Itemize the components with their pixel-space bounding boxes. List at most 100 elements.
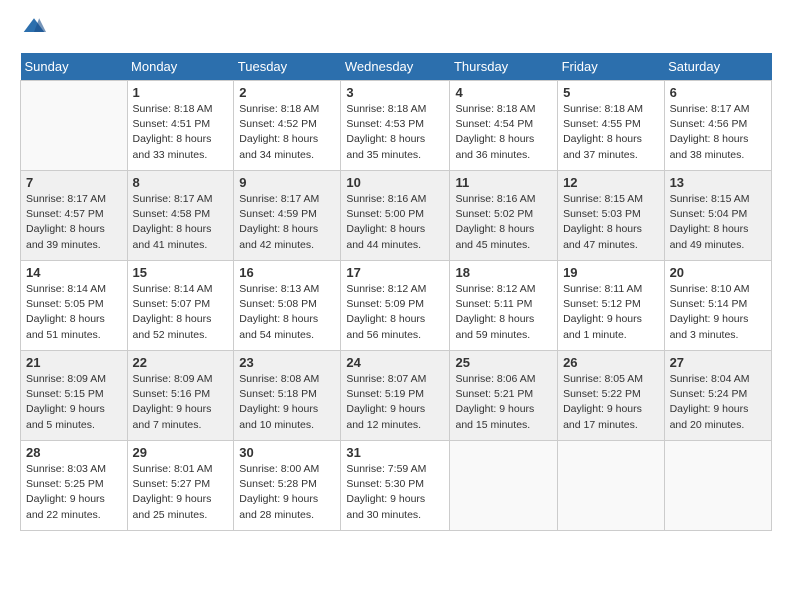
day-info: Sunrise: 8:14 AMSunset: 5:05 PMDaylight:… bbox=[26, 282, 122, 343]
day-number: 18 bbox=[455, 265, 552, 280]
calendar-cell bbox=[664, 441, 771, 531]
calendar-cell: 15 Sunrise: 8:14 AMSunset: 5:07 PMDayligh… bbox=[127, 261, 234, 351]
calendar-cell bbox=[450, 441, 558, 531]
day-number: 3 bbox=[346, 85, 444, 100]
day-number: 22 bbox=[133, 355, 229, 370]
calendar-cell: 12Sunrise: 8:15 AMSunset: 5:03 PMDayligh… bbox=[558, 171, 665, 261]
day-info: Sunrise: 8:01 AMSunset: 5:27 PMDaylight:… bbox=[133, 462, 229, 523]
weekday-header-saturday: Saturday bbox=[664, 53, 771, 81]
calendar-cell: 27 Sunrise: 8:04 AMSunset: 5:24 PMDayligh… bbox=[664, 351, 771, 441]
calendar-week-row: 28 Sunrise: 8:03 AMSunset: 5:25 PMDayligh… bbox=[21, 441, 772, 531]
day-number: 14 bbox=[26, 265, 122, 280]
day-info: Sunrise: 8:11 AMSunset: 5:12 PMDaylight:… bbox=[563, 282, 659, 343]
day-number: 8 bbox=[133, 175, 229, 190]
day-info: Sunrise: 8:18 AMSunset: 4:55 PMDaylight:… bbox=[563, 102, 659, 163]
day-info: Sunrise: 8:03 AMSunset: 5:25 PMDaylight:… bbox=[26, 462, 122, 523]
calendar-cell: 26 Sunrise: 8:05 AMSunset: 5:22 PMDayligh… bbox=[558, 351, 665, 441]
day-info: Sunrise: 8:15 AMSunset: 5:04 PMDaylight:… bbox=[670, 192, 766, 253]
calendar-cell: 4Sunrise: 8:18 AMSunset: 4:54 PMDaylight… bbox=[450, 81, 558, 171]
day-info: Sunrise: 8:18 AMSunset: 4:54 PMDaylight:… bbox=[455, 102, 552, 163]
calendar-cell: 14 Sunrise: 8:14 AMSunset: 5:05 PMDayligh… bbox=[21, 261, 128, 351]
calendar-cell bbox=[558, 441, 665, 531]
weekday-header-wednesday: Wednesday bbox=[341, 53, 450, 81]
day-number: 28 bbox=[26, 445, 122, 460]
calendar-cell: 21Sunrise: 8:09 AMSunset: 5:15 PMDayligh… bbox=[21, 351, 128, 441]
calendar-header-row: SundayMondayTuesdayWednesdayThursdayFrid… bbox=[21, 53, 772, 81]
weekday-header-sunday: Sunday bbox=[21, 53, 128, 81]
calendar-cell bbox=[21, 81, 128, 171]
day-info: Sunrise: 8:09 AMSunset: 5:15 PMDaylight:… bbox=[26, 372, 122, 433]
day-number: 26 bbox=[563, 355, 659, 370]
day-info: Sunrise: 8:04 AMSunset: 5:24 PMDaylight:… bbox=[670, 372, 766, 433]
calendar-week-row: 14 Sunrise: 8:14 AMSunset: 5:05 PMDayligh… bbox=[21, 261, 772, 351]
logo bbox=[20, 16, 46, 41]
weekday-header-friday: Friday bbox=[558, 53, 665, 81]
calendar-cell: 18Sunrise: 8:12 AMSunset: 5:11 PMDayligh… bbox=[450, 261, 558, 351]
day-info: Sunrise: 8:17 AMSunset: 4:59 PMDaylight:… bbox=[239, 192, 335, 253]
day-info: Sunrise: 8:17 AMSunset: 4:56 PMDaylight:… bbox=[670, 102, 766, 163]
day-info: Sunrise: 8:07 AMSunset: 5:19 PMDaylight:… bbox=[346, 372, 444, 433]
calendar-table: SundayMondayTuesdayWednesdayThursdayFrid… bbox=[20, 53, 772, 531]
day-info: Sunrise: 8:16 AMSunset: 5:02 PMDaylight:… bbox=[455, 192, 552, 253]
day-number: 7 bbox=[26, 175, 122, 190]
day-number: 6 bbox=[670, 85, 766, 100]
day-number: 30 bbox=[239, 445, 335, 460]
calendar-cell: 25 Sunrise: 8:06 AMSunset: 5:21 PMDayligh… bbox=[450, 351, 558, 441]
calendar-cell: 16 Sunrise: 8:13 AMSunset: 5:08 PMDayligh… bbox=[234, 261, 341, 351]
logo-text bbox=[20, 16, 46, 41]
day-info: Sunrise: 8:09 AMSunset: 5:16 PMDaylight:… bbox=[133, 372, 229, 433]
day-number: 15 bbox=[133, 265, 229, 280]
weekday-header-tuesday: Tuesday bbox=[234, 53, 341, 81]
day-info: Sunrise: 7:59 AMSunset: 5:30 PMDaylight:… bbox=[346, 462, 444, 523]
calendar-cell: 11 Sunrise: 8:16 AMSunset: 5:02 PMDayligh… bbox=[450, 171, 558, 261]
calendar-cell: 29 Sunrise: 8:01 AMSunset: 5:27 PMDayligh… bbox=[127, 441, 234, 531]
calendar-cell: 28 Sunrise: 8:03 AMSunset: 5:25 PMDayligh… bbox=[21, 441, 128, 531]
day-info: Sunrise: 8:16 AMSunset: 5:00 PMDaylight:… bbox=[346, 192, 444, 253]
calendar-cell: 23Sunrise: 8:08 AMSunset: 5:18 PMDayligh… bbox=[234, 351, 341, 441]
calendar-week-row: 7 Sunrise: 8:17 AMSunset: 4:57 PMDaylight… bbox=[21, 171, 772, 261]
day-number: 29 bbox=[133, 445, 229, 460]
header bbox=[20, 16, 772, 41]
day-number: 13 bbox=[670, 175, 766, 190]
calendar-cell: 7 Sunrise: 8:17 AMSunset: 4:57 PMDaylight… bbox=[21, 171, 128, 261]
day-number: 19 bbox=[563, 265, 659, 280]
day-number: 2 bbox=[239, 85, 335, 100]
calendar-cell: 30Sunrise: 8:00 AMSunset: 5:28 PMDayligh… bbox=[234, 441, 341, 531]
day-info: Sunrise: 8:12 AMSunset: 5:09 PMDaylight:… bbox=[346, 282, 444, 343]
day-info: Sunrise: 8:06 AMSunset: 5:21 PMDaylight:… bbox=[455, 372, 552, 433]
calendar-week-row: 21Sunrise: 8:09 AMSunset: 5:15 PMDayligh… bbox=[21, 351, 772, 441]
day-number: 10 bbox=[346, 175, 444, 190]
day-info: Sunrise: 8:18 AMSunset: 4:51 PMDaylight:… bbox=[133, 102, 229, 163]
calendar-cell: 5 Sunrise: 8:18 AMSunset: 4:55 PMDaylight… bbox=[558, 81, 665, 171]
day-info: Sunrise: 8:18 AMSunset: 4:52 PMDaylight:… bbox=[239, 102, 335, 163]
day-info: Sunrise: 8:17 AMSunset: 4:57 PMDaylight:… bbox=[26, 192, 122, 253]
day-info: Sunrise: 8:14 AMSunset: 5:07 PMDaylight:… bbox=[133, 282, 229, 343]
day-number: 17 bbox=[346, 265, 444, 280]
calendar-cell: 3Sunrise: 8:18 AMSunset: 4:53 PMDaylight… bbox=[341, 81, 450, 171]
day-number: 27 bbox=[670, 355, 766, 370]
calendar-cell: 20Sunrise: 8:10 AMSunset: 5:14 PMDayligh… bbox=[664, 261, 771, 351]
day-number: 24 bbox=[346, 355, 444, 370]
calendar-cell: 24 Sunrise: 8:07 AMSunset: 5:19 PMDayligh… bbox=[341, 351, 450, 441]
day-number: 25 bbox=[455, 355, 552, 370]
day-number: 5 bbox=[563, 85, 659, 100]
day-info: Sunrise: 8:13 AMSunset: 5:08 PMDaylight:… bbox=[239, 282, 335, 343]
calendar-cell: 31 Sunrise: 7:59 AMSunset: 5:30 PMDayligh… bbox=[341, 441, 450, 531]
logo-icon bbox=[22, 16, 46, 36]
day-number: 16 bbox=[239, 265, 335, 280]
calendar-cell: 19 Sunrise: 8:11 AMSunset: 5:12 PMDayligh… bbox=[558, 261, 665, 351]
day-info: Sunrise: 8:15 AMSunset: 5:03 PMDaylight:… bbox=[563, 192, 659, 253]
weekday-header-thursday: Thursday bbox=[450, 53, 558, 81]
calendar-cell: 2 Sunrise: 8:18 AMSunset: 4:52 PMDaylight… bbox=[234, 81, 341, 171]
day-number: 11 bbox=[455, 175, 552, 190]
calendar-cell: 10 Sunrise: 8:16 AMSunset: 5:00 PMDayligh… bbox=[341, 171, 450, 261]
day-number: 1 bbox=[133, 85, 229, 100]
day-number: 31 bbox=[346, 445, 444, 460]
day-number: 9 bbox=[239, 175, 335, 190]
calendar-cell: 9 Sunrise: 8:17 AMSunset: 4:59 PMDaylight… bbox=[234, 171, 341, 261]
day-info: Sunrise: 8:10 AMSunset: 5:14 PMDaylight:… bbox=[670, 282, 766, 343]
calendar-cell: 22 Sunrise: 8:09 AMSunset: 5:16 PMDayligh… bbox=[127, 351, 234, 441]
day-info: Sunrise: 8:05 AMSunset: 5:22 PMDaylight:… bbox=[563, 372, 659, 433]
weekday-header-monday: Monday bbox=[127, 53, 234, 81]
calendar-week-row: 1 Sunrise: 8:18 AMSunset: 4:51 PMDaylight… bbox=[21, 81, 772, 171]
